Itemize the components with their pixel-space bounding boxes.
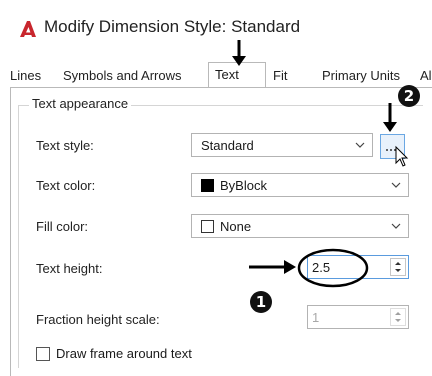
tab-text[interactable]: Text (208, 62, 266, 88)
tab-symbols-and-arrows[interactable]: Symbols and Arrows (63, 68, 182, 83)
fill-color-label: Fill color: (36, 219, 89, 234)
text-style-select[interactable]: Standard (191, 133, 373, 157)
fraction-height-scale-input[interactable]: 1 (307, 305, 409, 329)
group-label: Text appearance (29, 96, 132, 111)
text-height-value: 2.5 (312, 260, 331, 275)
text-color-value: ByBlock (220, 178, 267, 193)
text-color-label: Text color: (36, 178, 96, 193)
tab-primary-units[interactable]: Primary Units (322, 68, 400, 83)
text-style-label: Text style: (36, 138, 94, 153)
text-height-spinner[interactable] (390, 258, 406, 276)
fraction-height-scale-spinner[interactable] (390, 308, 406, 326)
chevron-down-icon (391, 182, 401, 188)
tab-bar: Lines Symbols and Arrows Text Fit Primar… (10, 62, 432, 88)
title-bar: Modify Dimension Style: Standard (0, 0, 432, 60)
tab-lines[interactable]: Lines (10, 68, 41, 83)
fraction-height-scale-value: 1 (312, 310, 320, 325)
ellipsis-icon (386, 149, 396, 151)
annotation-badge-2: 2 (398, 85, 420, 107)
tab-fit[interactable]: Fit (273, 68, 287, 83)
spin-arrows-icon (395, 312, 401, 322)
fill-color-select[interactable]: None (191, 214, 409, 238)
color-swatch (201, 179, 214, 192)
text-height-input[interactable]: 2.5 (307, 255, 409, 279)
text-style-browse-button[interactable] (380, 134, 405, 159)
spin-arrows-icon (395, 262, 401, 272)
text-height-label: Text height: (36, 261, 103, 276)
chevron-down-icon (391, 223, 401, 229)
window-title: Modify Dimension Style: Standard (44, 17, 301, 36)
tab-alternate-units[interactable]: Al (420, 68, 432, 83)
text-style-value: Standard (201, 138, 254, 153)
draw-frame-checkbox[interactable] (36, 347, 50, 361)
fill-color-value: None (220, 219, 252, 234)
fraction-height-scale-label: Fraction height scale: (36, 312, 160, 327)
tab-text-label: Text (215, 67, 239, 82)
autocad-logo-icon (20, 21, 36, 37)
annotation-badge-1: 1 (250, 291, 272, 313)
text-color-select[interactable]: ByBlock (191, 173, 409, 197)
color-swatch (201, 220, 214, 233)
draw-frame-label: Draw frame around text (56, 346, 192, 361)
chevron-down-icon (355, 142, 365, 148)
